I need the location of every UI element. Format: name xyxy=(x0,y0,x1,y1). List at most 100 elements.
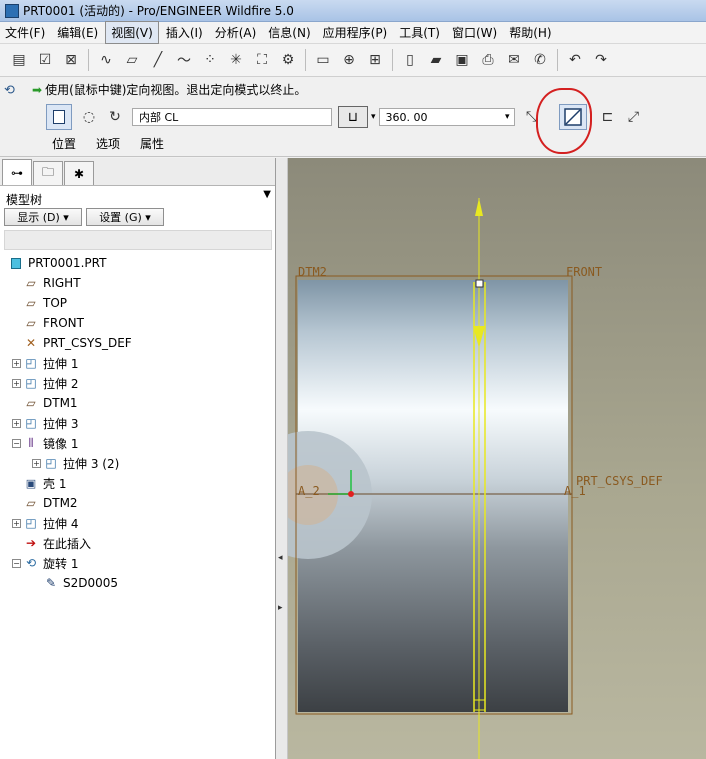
extrude-icon: ◰ xyxy=(25,416,37,430)
collapse-icon[interactable]: − xyxy=(12,558,21,568)
tree-item[interactable]: − ⟲ 旋转 1 xyxy=(0,553,276,573)
label-axis-a1: A_1 xyxy=(564,484,586,498)
angle-type-dropdown-icon[interactable]: ▾ xyxy=(371,112,376,122)
tree-item[interactable]: + ◰ 拉伸 3 (2) xyxy=(0,453,276,473)
relations-tool-icon[interactable]: ⚙ xyxy=(277,49,299,71)
menu-insert[interactable]: 插入(I) xyxy=(161,22,208,43)
tree-item[interactable]: + ◰ 拉伸 2 xyxy=(0,373,276,393)
drag-handle-top[interactable] xyxy=(475,279,484,288)
redo-icon[interactable]: ↷ xyxy=(590,49,612,71)
menu-analysis[interactable]: 分析(A) xyxy=(210,22,262,43)
reference-field[interactable]: 内部 CL xyxy=(132,108,332,126)
menu-file[interactable]: 文件(F) xyxy=(0,22,50,43)
main-toolbar: ▤ ☑ ⊠ ∿ ▱ ╱ 〜 ⁘ ✳ ⛶ ⚙ ▭ ⊕ ⊞ ▯ ▰ ▣ ⎙ ✉ ✆ … xyxy=(0,44,706,77)
expand-icon[interactable]: + xyxy=(12,418,21,428)
flip-material-icon[interactable]: ⤢ xyxy=(623,106,645,128)
tree-item[interactable]: ▱ DTM2 xyxy=(0,493,276,513)
close-window-icon[interactable]: ⊠ xyxy=(60,49,82,71)
model-tree-label: 模型树 xyxy=(6,193,43,207)
datum-plane-tool-icon[interactable]: ▱ xyxy=(121,49,143,71)
expand-right-icon[interactable]: ▸ xyxy=(278,603,283,613)
menu-view[interactable]: 视图(V) xyxy=(105,21,159,44)
window-title: PRT0001 (活动的) - Pro/ENGINEER Wildfire 5.… xyxy=(23,4,294,18)
menu-edit[interactable]: 编辑(E) xyxy=(52,22,103,43)
angle-value-field[interactable]: 360. 00 ▾ xyxy=(378,108,515,126)
menu-bar: 文件(F) 编辑(E) 视图(V) 插入(I) 分析(A) 信息(N) 应用程序… xyxy=(0,21,706,44)
folder-browser-tab-icon[interactable]: 🗀 xyxy=(33,161,63,185)
model-tree-header: 模型树 ▼ 显示 (D) ▾ 设置 (G) ▾ xyxy=(0,186,275,252)
angle-type-button[interactable]: ⊔ xyxy=(338,106,368,128)
tree-item[interactable]: ✕ PRT_CSYS_DEF xyxy=(0,333,276,353)
model-view[interactable] xyxy=(288,158,706,759)
tree-item[interactable]: ▣ 壳 1 xyxy=(0,473,276,493)
axis-collector-icon[interactable]: ↻ xyxy=(104,106,126,128)
tree-item[interactable]: + ◰ 拉伸 4 xyxy=(0,513,276,533)
thicken-sketch-icon[interactable]: ⊏ xyxy=(597,106,619,128)
tree-item[interactable]: − ⫴ 镜像 1 xyxy=(0,433,276,453)
tree-item[interactable]: ▱ FRONT xyxy=(0,313,276,333)
menu-info[interactable]: 信息(N) xyxy=(263,22,315,43)
show-button[interactable]: 显示 (D) ▾ xyxy=(4,208,82,226)
tree-item[interactable]: + ◰ 拉伸 1 xyxy=(0,353,276,373)
csys-tool-icon[interactable]: ✳ xyxy=(225,49,247,71)
tree-item[interactable]: ➔ 在此插入 xyxy=(0,533,276,553)
new-file-icon[interactable]: ▯ xyxy=(399,49,421,71)
print-icon[interactable]: ⎙ xyxy=(477,49,499,71)
menu-tools[interactable]: 工具(T) xyxy=(394,22,445,43)
plane-display-icon[interactable]: ▭ xyxy=(312,49,334,71)
tree-item[interactable]: + ◰ 拉伸 3 xyxy=(0,413,276,433)
datum-curve-tool-icon[interactable]: 〜 xyxy=(173,49,195,71)
layer-icon[interactable]: ▤ xyxy=(8,49,30,71)
tree-item[interactable]: ▱ TOP xyxy=(0,293,276,313)
datum-point-tool-icon[interactable]: ⁘ xyxy=(199,49,221,71)
regenerate-icon[interactable]: ☑ xyxy=(34,49,56,71)
csys-icon: ✕ xyxy=(25,336,37,350)
csys-origin xyxy=(348,491,354,497)
toolbar-separator xyxy=(305,49,306,71)
menu-help[interactable]: 帮助(H) xyxy=(504,22,556,43)
open-file-icon[interactable]: ▰ xyxy=(425,49,447,71)
expand-icon[interactable]: + xyxy=(32,458,41,468)
favorites-tab-icon[interactable]: ✱ xyxy=(64,161,94,185)
angle-variable-icon: ⊔ xyxy=(347,109,359,125)
expand-icon[interactable]: + xyxy=(12,358,21,368)
revolve-icon: ⟲ xyxy=(25,556,37,570)
expand-icon[interactable]: + xyxy=(12,518,21,528)
settings-button[interactable]: 设置 (G) ▾ xyxy=(86,208,164,226)
menu-window[interactable]: 窗口(W) xyxy=(447,22,502,43)
tree-item[interactable]: ✎ S2D0005 xyxy=(0,573,276,593)
panel-splitter[interactable]: ◂ ▸ xyxy=(276,158,288,759)
tree-item-label: 拉伸 1 xyxy=(43,356,79,371)
tree-item-label: 在此插入 xyxy=(43,536,92,551)
mail-attach-icon[interactable]: ✆ xyxy=(529,49,551,71)
point-display-icon[interactable]: ⊞ xyxy=(364,49,386,71)
tree-item-root[interactable]: PRT0001.PRT xyxy=(0,253,276,273)
send-mail-icon[interactable]: ✉ xyxy=(503,49,525,71)
menu-applications[interactable]: 应用程序(P) xyxy=(318,22,393,43)
tree-item-label: 拉伸 3 (2) xyxy=(63,456,120,471)
tree-item-label: 壳 1 xyxy=(43,476,67,491)
angle-dropdown-icon[interactable]: ▾ xyxy=(505,112,510,122)
analysis-tool-icon[interactable]: ⛶ xyxy=(251,49,273,71)
surface-icon[interactable]: ◌ xyxy=(78,106,100,128)
panel-menu-dropdown-icon[interactable]: ▼ xyxy=(263,189,271,200)
sketch-curve-icon[interactable]: ∿ xyxy=(95,49,117,71)
tab-options[interactable]: 选项 xyxy=(96,135,120,152)
datum-plane-icon: ▱ xyxy=(26,316,36,330)
tree-item[interactable]: ▱ DTM1 xyxy=(0,393,276,413)
expand-icon[interactable]: + xyxy=(12,378,21,388)
tab-properties[interactable]: 属性 xyxy=(140,135,164,152)
datum-axis-tool-icon[interactable]: ╱ xyxy=(147,49,169,71)
tree-item[interactable]: ▱ RIGHT xyxy=(0,273,276,293)
revolve-dashboard: ⟲ ➡ 使用(鼠标中键)定向视图。退出定向模式以终止。 ◌ ↻ 内部 CL ⊔ … xyxy=(0,77,706,157)
collapse-left-icon[interactable]: ◂ xyxy=(278,553,283,563)
solid-button[interactable] xyxy=(46,104,72,130)
undo-icon[interactable]: ↶ xyxy=(564,49,586,71)
model-tree-tab-icon[interactable]: ⊶ xyxy=(2,159,32,185)
axis-display-icon[interactable]: ⊕ xyxy=(338,49,360,71)
graphics-window[interactable]: DTM2 FRONT PRT_CSYS_DEF A_2 A_1 xyxy=(288,158,706,759)
collapse-icon[interactable]: − xyxy=(12,438,21,448)
navigator-tabs: ⊶ 🗀 ✱ xyxy=(0,158,275,186)
tab-placement[interactable]: 位置 xyxy=(52,135,76,152)
save-icon[interactable]: ▣ xyxy=(451,49,473,71)
